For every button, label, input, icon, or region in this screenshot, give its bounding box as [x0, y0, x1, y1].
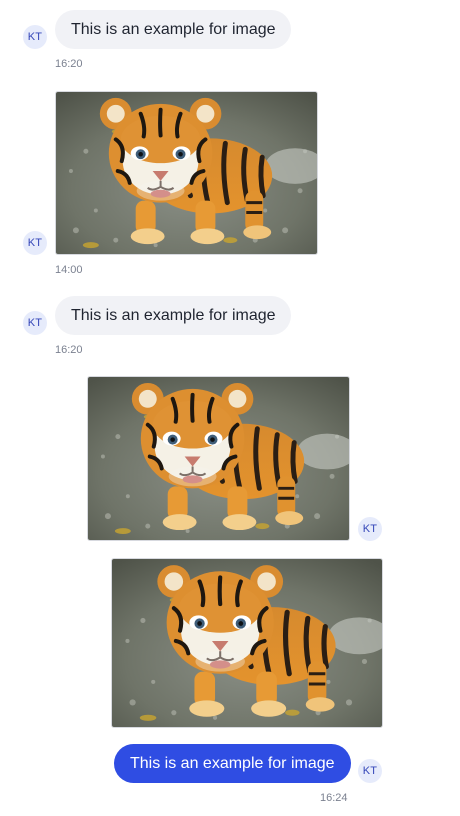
avatar: KT — [358, 517, 382, 541]
message-timestamp: 16:20 — [55, 344, 83, 356]
message-timestamp: 16:24 — [320, 792, 348, 804]
message-timestamp: 14:00 — [55, 264, 83, 276]
tiger-cub-photo — [88, 377, 349, 540]
tiger-cub-image[interactable] — [87, 376, 350, 541]
message-bubble[interactable]: This is an example for image — [114, 744, 351, 783]
avatar: KT — [358, 759, 382, 783]
message-bubble[interactable]: This is an example for image — [55, 296, 291, 335]
message-timestamp: 16:20 — [55, 58, 83, 70]
tiger-cub-photo — [56, 92, 317, 254]
tiger-cub-image[interactable] — [55, 91, 318, 255]
avatar: KT — [23, 231, 47, 255]
tiger-cub-image[interactable] — [111, 558, 383, 728]
tiger-cub-photo — [112, 559, 382, 727]
message-bubble[interactable]: This is an example for image — [55, 10, 291, 49]
avatar: KT — [23, 311, 47, 335]
avatar: KT — [23, 25, 47, 49]
